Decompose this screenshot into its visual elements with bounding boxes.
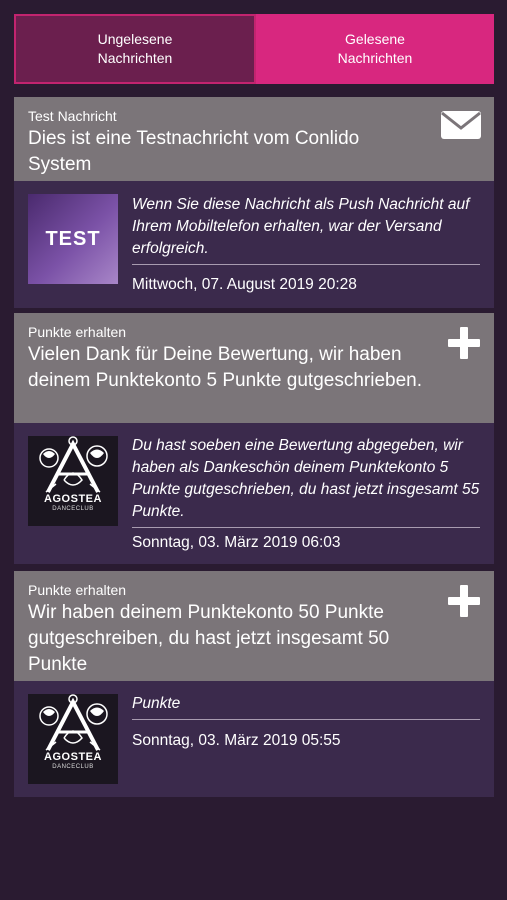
agostea-logo: AGOSTEA DANCECLUB (28, 436, 118, 526)
message-header[interactable]: Punkte erhalten Vielen Dank für Deine Be… (14, 313, 494, 423)
message-subject: Vielen Dank für Deine Bewertung, wir hab… (28, 344, 422, 391)
message-text: Wenn Sie diese Nachricht als Push Nachri… (132, 194, 480, 265)
message-text: Punkte (132, 693, 480, 720)
logo-subtitle: DANCECLUB (52, 764, 94, 770)
tab-read-label: Gelesene Nachrichten (337, 31, 413, 66)
message-text: Du hast soeben eine Bewertung abgegeben,… (132, 435, 480, 528)
message-card: Test Nachricht Dies ist eine Testnachric… (14, 97, 494, 308)
plus-icon[interactable] (448, 585, 480, 622)
message-card: Punkte erhalten Vielen Dank für Deine Be… (14, 313, 494, 564)
message-thumbnail: TEST (28, 194, 118, 284)
logo-name: AGOSTEA (44, 751, 102, 763)
logo-subtitle: DANCECLUB (52, 506, 94, 512)
agostea-emblem-icon (39, 436, 108, 493)
message-category: Punkte erhalten (28, 324, 127, 340)
agostea-emblem-icon (39, 694, 108, 751)
tab-read-messages[interactable]: Gelesene Nachrichten (256, 14, 494, 84)
message-subject: Dies ist eine Testnachricht vom Conlido … (28, 128, 360, 175)
logo-name: AGOSTEA (44, 493, 102, 505)
message-subject: Wir haben deinem Punktekonto 50 Punkte g… (28, 602, 390, 675)
tab-unread-messages[interactable]: Ungelesene Nachrichten (14, 14, 256, 84)
thumbnail-text: TEST (45, 227, 101, 250)
message-body: AGOSTEA DANCECLUB Punkte Sonntag, 03. Mä… (14, 681, 494, 797)
message-header[interactable]: Punkte erhalten Wir haben deinem Punktek… (14, 571, 494, 681)
plus-icon[interactable] (448, 327, 480, 364)
tab-unread-label: Ungelesene Nachrichten (97, 31, 173, 66)
message-category: Test Nachricht (28, 108, 117, 124)
message-date: Sonntag, 03. März 2019 05:55 (132, 732, 341, 749)
message-body: AGOSTEA DANCECLUB Du hast soeben eine Be… (14, 423, 494, 564)
message-date: Mittwoch, 07. August 2019 20:28 (132, 276, 357, 293)
envelope-icon[interactable] (440, 110, 482, 145)
message-body: TEST Wenn Sie diese Nachricht als Push N… (14, 181, 494, 308)
message-date: Sonntag, 03. März 2019 06:03 (132, 534, 341, 551)
message-tabs: Ungelesene Nachrichten Gelesene Nachrich… (14, 14, 494, 84)
message-card: Punkte erhalten Wir haben deinem Punktek… (14, 571, 494, 797)
message-category: Punkte erhalten (28, 582, 127, 598)
agostea-logo: AGOSTEA DANCECLUB (28, 694, 118, 784)
message-header[interactable]: Test Nachricht Dies ist eine Testnachric… (14, 97, 494, 181)
